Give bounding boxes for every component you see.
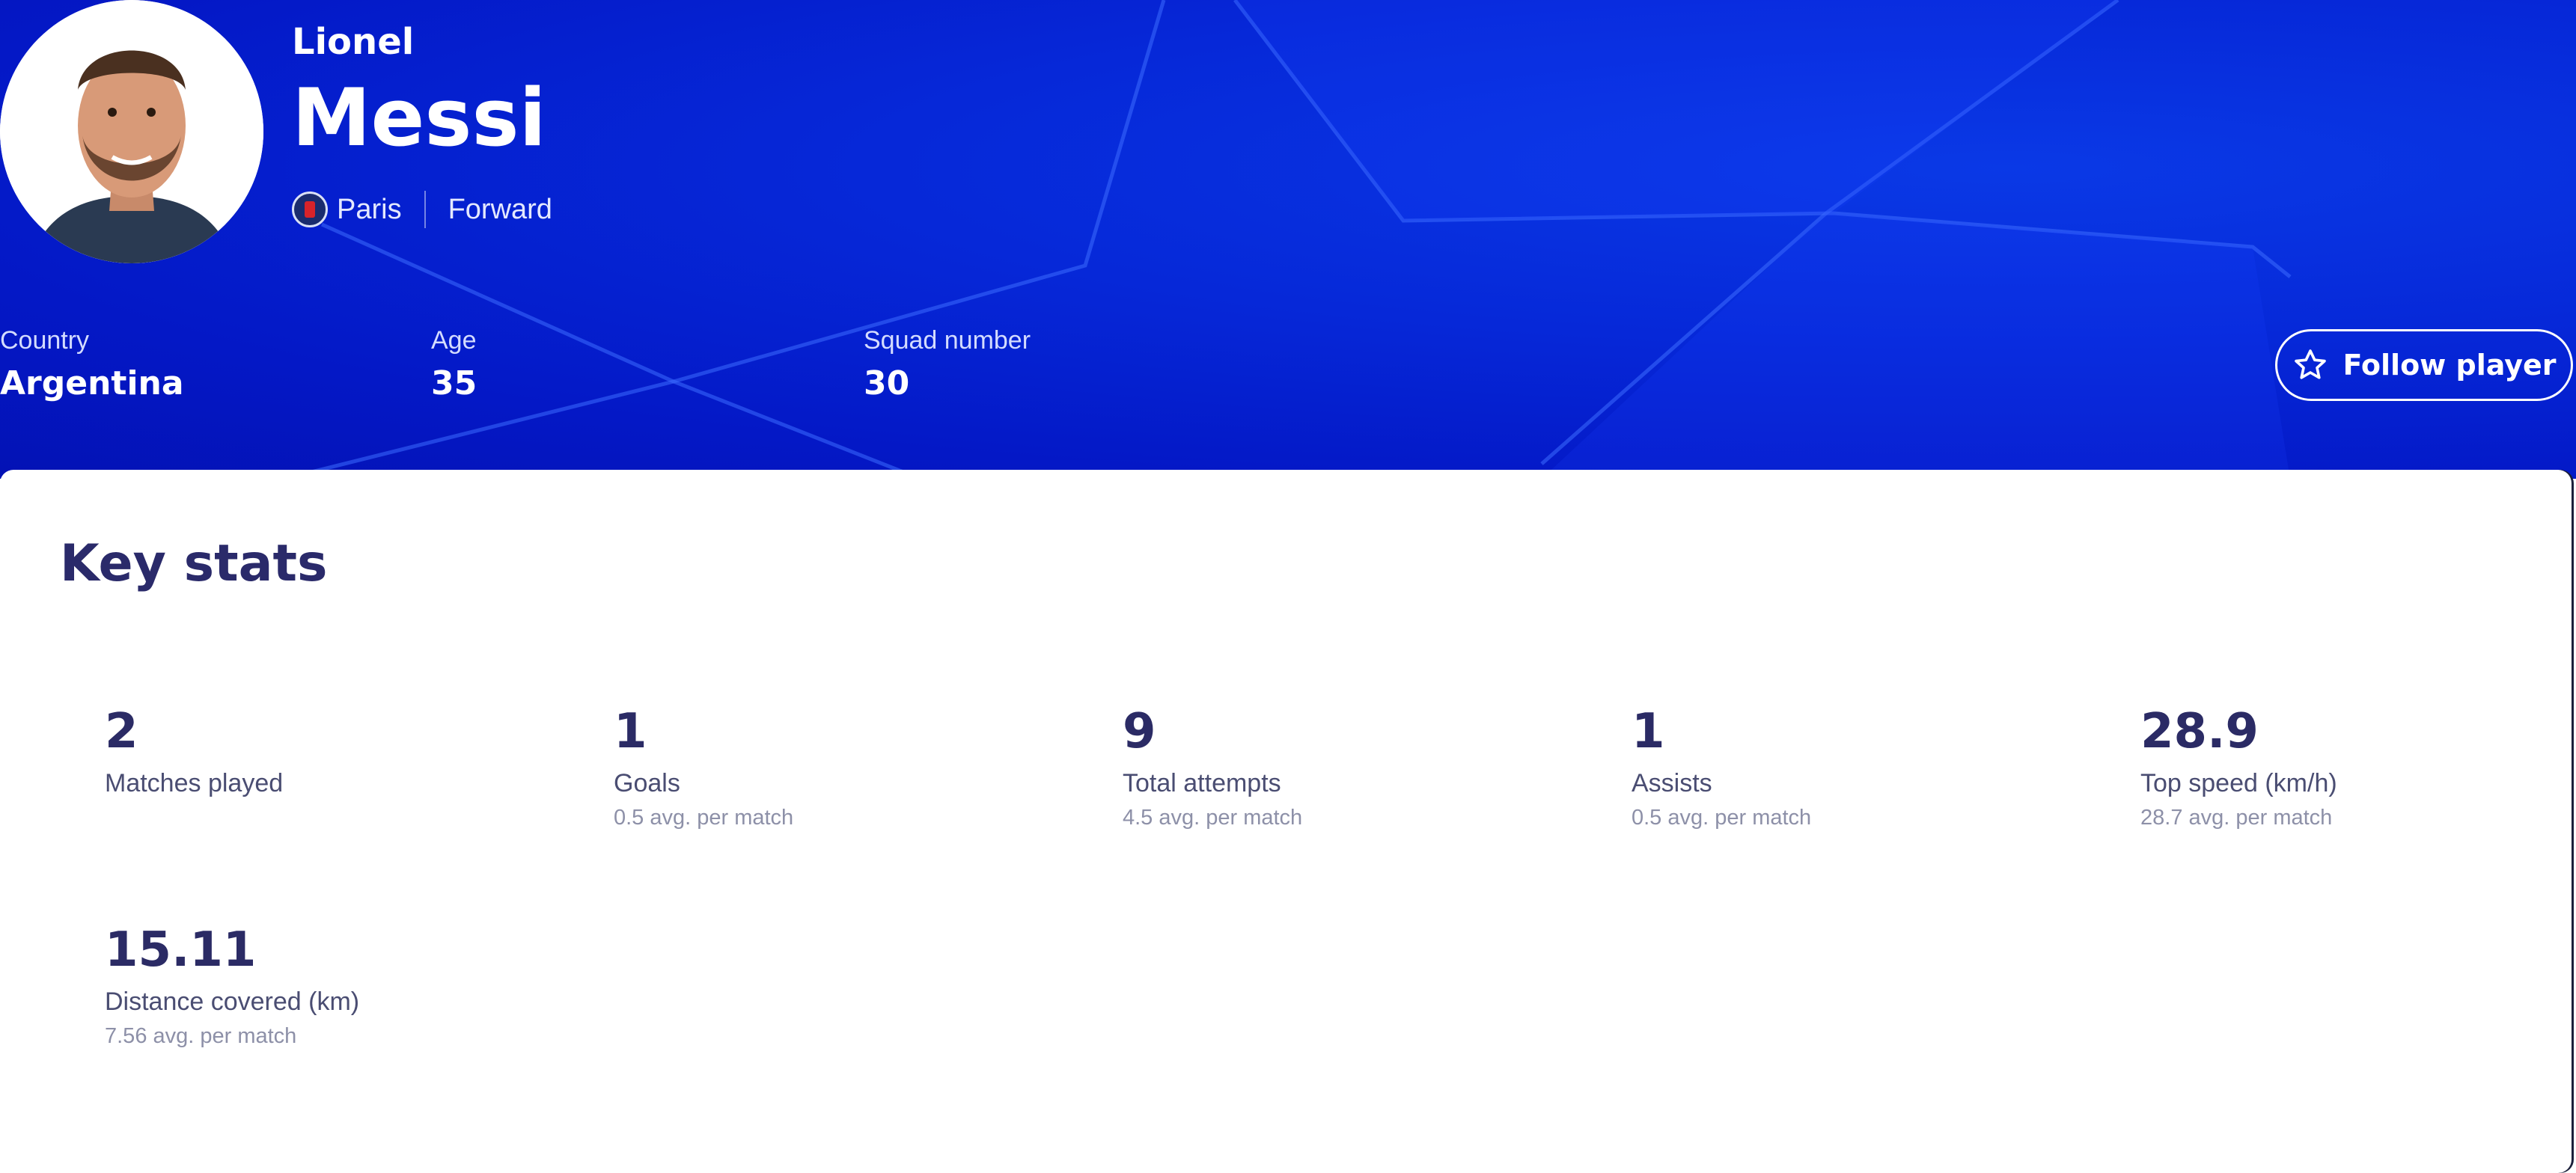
stat-value: 9 bbox=[1123, 704, 1156, 759]
follow-player-button[interactable]: Follow player bbox=[2275, 329, 2573, 401]
stat-value: 15.11 bbox=[105, 922, 257, 978]
stat-average: 28.7 avg. per match bbox=[2140, 806, 2333, 830]
meta-divider bbox=[424, 191, 426, 228]
stat-label: Distance covered (km) bbox=[105, 987, 360, 1016]
star-outline-icon bbox=[2294, 349, 2326, 379]
key-stats-title: Key stats bbox=[60, 534, 328, 593]
stat-assists: 1 Assists 0.5 avg. per match bbox=[1632, 708, 1811, 830]
stat-value: 28.9 bbox=[2140, 704, 2259, 759]
club-badge-icon bbox=[292, 192, 328, 227]
follow-player-label: Follow player bbox=[2342, 349, 2557, 382]
player-first-name: Lionel bbox=[292, 21, 415, 63]
player-photo-icon bbox=[0, 0, 263, 263]
squad-number-label: Squad number bbox=[864, 326, 1031, 355]
stat-average: 0.5 avg. per match bbox=[1632, 806, 1812, 830]
player-position: Forward bbox=[448, 193, 552, 225]
age-value: 35 bbox=[431, 364, 477, 402]
key-stats-card: Key stats 2 Matches played 1 Goals 0.5 a… bbox=[0, 470, 2572, 1173]
player-hero: Lionel Messi Paris Forward Country Argen… bbox=[0, 0, 2576, 479]
country-value: Argentina bbox=[0, 364, 184, 402]
squad-number-value: 30 bbox=[864, 364, 910, 402]
stat-value: 1 bbox=[614, 704, 647, 759]
stat-value: 1 bbox=[1632, 704, 1665, 759]
stat-goals: 1 Goals 0.5 avg. per match bbox=[614, 708, 793, 830]
age-info: Age 35 bbox=[431, 326, 477, 402]
stat-average: 7.56 avg. per match bbox=[105, 1024, 297, 1048]
country-info: Country Argentina bbox=[0, 326, 184, 402]
player-avatar bbox=[0, 0, 263, 263]
country-label: Country bbox=[0, 326, 90, 355]
stat-top-speed: 28.9 Top speed (km/h) 28.7 avg. per matc… bbox=[2140, 708, 2337, 830]
stat-average: 4.5 avg. per match bbox=[1123, 806, 1303, 830]
stat-label: Matches played bbox=[105, 769, 284, 797]
stat-value: 2 bbox=[105, 704, 138, 759]
stat-matches-played: 2 Matches played bbox=[105, 708, 283, 798]
club-name[interactable]: Paris bbox=[337, 194, 402, 226]
player-meta: Paris Forward bbox=[292, 189, 552, 230]
player-last-name: Messi bbox=[292, 72, 546, 164]
stat-label: Goals bbox=[614, 769, 680, 797]
stat-distance-covered: 15.11 Distance covered (km) 7.56 avg. pe… bbox=[105, 926, 359, 1049]
stat-label: Assists bbox=[1632, 769, 1712, 797]
squad-number-info: Squad number 30 bbox=[864, 326, 1031, 402]
stat-total-attempts: 9 Total attempts 4.5 avg. per match bbox=[1123, 708, 1302, 830]
stat-average: 0.5 avg. per match bbox=[614, 806, 794, 830]
age-label: Age bbox=[431, 326, 477, 355]
stat-label: Total attempts bbox=[1123, 769, 1281, 797]
stat-label: Top speed (km/h) bbox=[2140, 769, 2337, 797]
